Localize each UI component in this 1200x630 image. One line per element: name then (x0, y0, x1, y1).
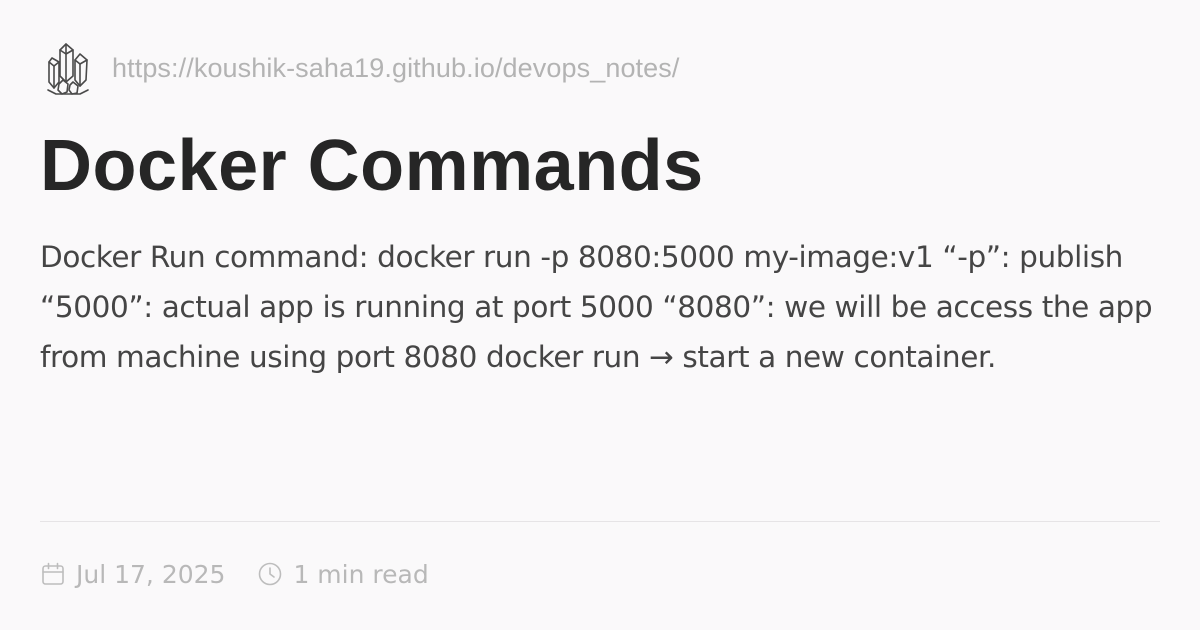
page-title: Docker Commands (40, 126, 704, 206)
social-preview-card: https://koushik-saha19.github.io/devops_… (0, 0, 1200, 630)
read-time-text: 1 min read (293, 559, 429, 589)
read-time: 1 min read (257, 559, 429, 589)
post-meta: Jul 17, 2025 1 min read (40, 553, 429, 595)
crystal-cluster-icon (47, 43, 89, 95)
divider (40, 521, 1160, 522)
post-date-text: Jul 17, 2025 (76, 559, 226, 589)
calendar-icon (42, 562, 64, 585)
post-date: Jul 17, 2025 (40, 560, 225, 589)
site-header: https://koushik-saha19.github.io/devops_… (46, 40, 679, 96)
clock-icon (259, 562, 282, 586)
site-url[interactable]: https://koushik-saha19.github.io/devops_… (112, 53, 679, 84)
post-excerpt: Docker Run command: docker run -p 8080:5… (40, 240, 1153, 374)
